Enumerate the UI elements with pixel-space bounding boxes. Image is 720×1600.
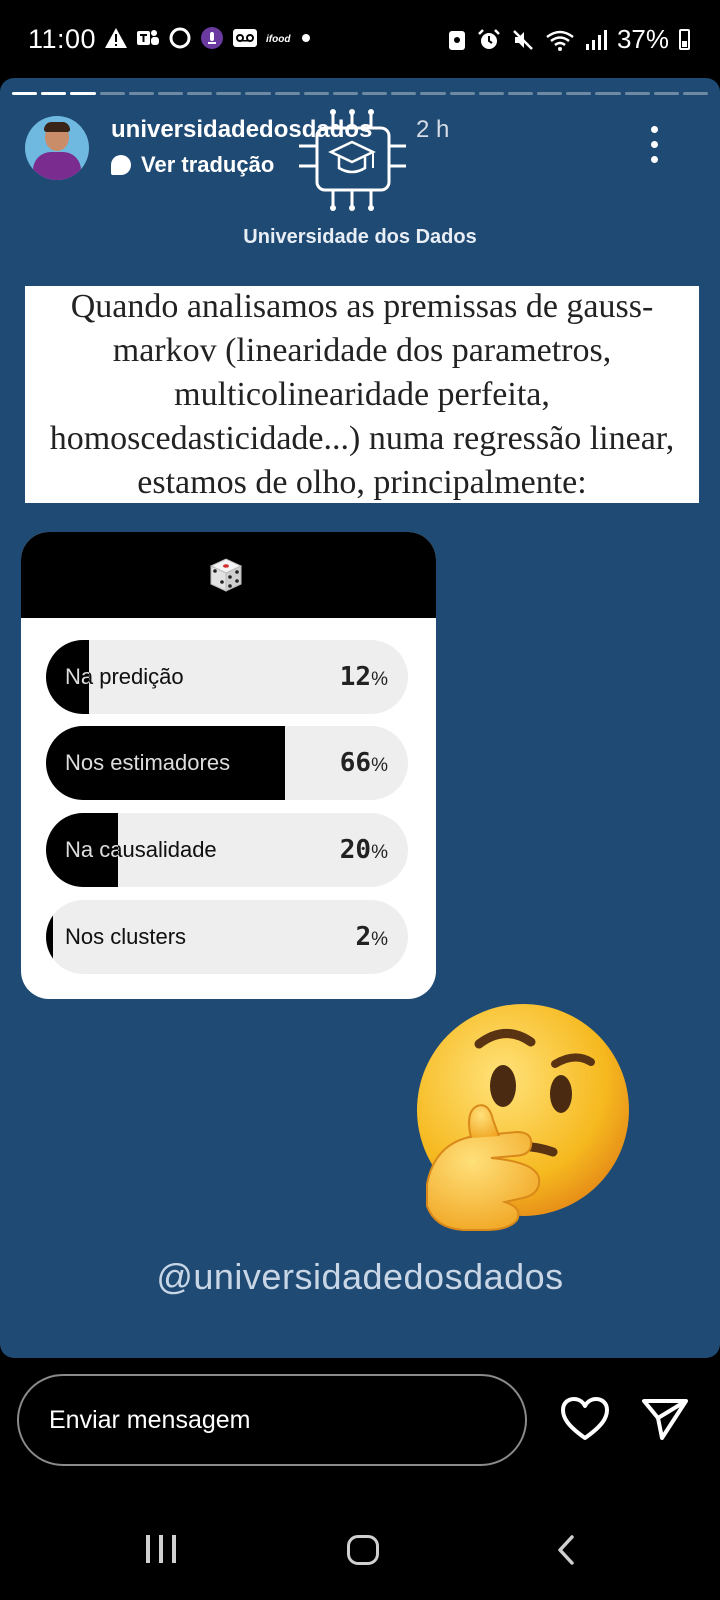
progress-segment	[187, 92, 213, 95]
more-options-icon[interactable]	[648, 126, 660, 163]
progress-segment	[128, 92, 154, 95]
question-text: Quando analisamos as premissas de gauss-…	[25, 286, 699, 503]
progress-segment	[274, 92, 300, 95]
ifood-icon: ifood	[266, 34, 291, 45]
poll-option-label: Na causalidade	[65, 837, 217, 862]
progress-segment	[216, 92, 242, 95]
progress-segment	[303, 92, 329, 95]
story-card[interactable]: universidadedosdados 2 h Ver tradução Un…	[0, 78, 720, 1358]
battery-text: 37%	[616, 24, 669, 54]
lock-app-icon	[448, 30, 465, 50]
progress-segment	[682, 92, 709, 95]
progress-segment	[391, 92, 417, 95]
progress-segment	[362, 92, 388, 95]
story-username[interactable]: universidadedosdados	[111, 116, 372, 144]
home-button[interactable]	[347, 1535, 379, 1565]
avatar[interactable]	[25, 116, 89, 180]
story-handle: @universidadedosdados	[156, 1256, 564, 1297]
progress-segment	[507, 92, 534, 95]
poll-option[interactable]: Nos estimadores 66%	[46, 726, 408, 800]
brand-text: Universidade dos Dados	[243, 226, 477, 248]
story-progress	[12, 92, 709, 95]
translate-label: Ver tradução	[141, 152, 275, 177]
speech-bubble-icon	[111, 155, 131, 175]
poll-option-percent: 66%	[340, 726, 388, 800]
poll-sticker: Na predição 12% Nos estimadores 66% Na causa…	[21, 532, 436, 999]
poll-option[interactable]: Nos clusters 2%	[46, 900, 408, 974]
alarm-icon	[478, 28, 500, 49]
wifi-icon	[546, 30, 574, 51]
system-icons: 37%	[447, 24, 690, 55]
message-input[interactable]: Enviar mensagem	[17, 1374, 527, 1466]
status-bar: 11:00 ifood 37%	[0, 0, 720, 78]
poll-percent-value: 12	[339, 662, 372, 692]
progress-segment	[624, 92, 650, 95]
translate-link[interactable]: Ver tradução	[111, 152, 274, 178]
progress-segment	[157, 92, 184, 95]
voicemail-icon	[233, 29, 257, 47]
progress-segment	[420, 92, 446, 95]
poll-option[interactable]: Na causalidade 20%	[46, 813, 408, 887]
send-icon[interactable]	[640, 1396, 690, 1442]
progress-segment	[653, 92, 679, 95]
battery-icon	[679, 29, 690, 50]
poll-percent-sign: %	[371, 755, 388, 776]
dot-icon	[302, 34, 310, 42]
signal-icon	[585, 29, 607, 50]
poll-option-label: Nos clusters	[65, 924, 187, 949]
thinking-face-icon	[417, 1004, 629, 1231]
poll-option-label: Na predição	[65, 664, 184, 689]
progress-segment	[12, 92, 38, 95]
recents-button[interactable]	[146, 1535, 176, 1563]
progress-segment	[70, 92, 96, 95]
progress-segment	[595, 92, 621, 95]
poll-header	[21, 532, 436, 618]
poll-option-percent: 20%	[340, 813, 388, 887]
message-placeholder: Enviar mensagem	[49, 1406, 251, 1434]
progress-segment	[478, 92, 504, 95]
svg-text:ifood: ifood	[266, 34, 291, 45]
notification-icons: ifood	[104, 26, 312, 50]
story-age: 2 h	[416, 116, 450, 143]
progress-segment	[537, 92, 563, 95]
progress-segment	[449, 92, 475, 95]
progress-segment	[41, 92, 67, 95]
poll-percent-sign: %	[371, 669, 388, 690]
warning-icon	[105, 28, 127, 48]
poll-option-percent: 12%	[340, 640, 388, 714]
back-chevron-icon[interactable]	[556, 1534, 576, 1566]
poll-percent-value: 66	[339, 748, 372, 778]
poll-percent-sign: %	[371, 842, 388, 863]
dice-icon	[209, 558, 243, 592]
poll-option[interactable]: Na predição 12%	[46, 640, 408, 714]
heart-icon[interactable]	[560, 1396, 610, 1442]
teams-icon	[137, 30, 159, 45]
status-time: 11:00	[28, 24, 97, 54]
progress-segment	[99, 92, 125, 95]
progress-segment	[245, 92, 271, 95]
mute-icon	[513, 29, 533, 50]
poll-percent-sign: %	[371, 929, 388, 950]
poll-option-label: Nos estimadores	[65, 750, 231, 775]
ring-icon	[169, 27, 191, 49]
poll-option-fill	[46, 900, 54, 974]
poll-percent-value: 2	[355, 922, 372, 952]
poll-option-percent: 2%	[355, 900, 388, 974]
poll-percent-value: 20	[339, 835, 372, 865]
app-badge-icon	[201, 27, 223, 49]
progress-segment	[332, 92, 359, 95]
progress-segment	[566, 92, 592, 95]
